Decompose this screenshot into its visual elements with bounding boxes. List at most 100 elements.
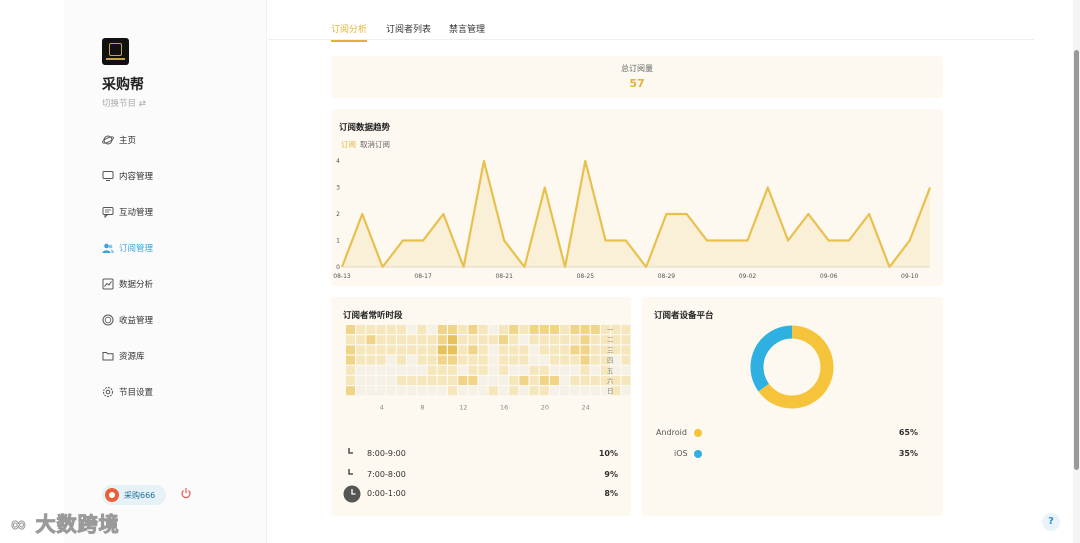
- tab-subscriber-list[interactable]: 订阅者列表: [386, 22, 431, 40]
- heatmap-cell: [366, 365, 376, 375]
- heatmap-cell: [448, 335, 457, 345]
- heatmap-cell: [427, 386, 437, 396]
- sidebar-item-settings[interactable]: 节目设置: [102, 374, 252, 410]
- heatmap-cell: [539, 365, 549, 375]
- heatmap-cell: [550, 365, 559, 375]
- sidebar-item-subscription[interactable]: 订阅管理: [102, 230, 252, 266]
- total-subscriptions-card: 总订阅量 57: [331, 56, 943, 98]
- scrollbar-thumb[interactable]: [1074, 50, 1079, 470]
- tab-subscription-analysis[interactable]: 订阅分析: [331, 22, 368, 42]
- heatmap-cell: [417, 325, 427, 334]
- heatmap-cell: [529, 335, 539, 345]
- heatmap-cell: [356, 325, 366, 334]
- heatmap-cell: [448, 345, 457, 355]
- heatmap-row-label: 日: [607, 387, 614, 395]
- sidebar-item-content[interactable]: 内容管理: [102, 158, 252, 194]
- top-time-row: 8:00-9:00 10%: [343, 445, 618, 461]
- heatmap-cell: [386, 355, 396, 365]
- heatmap-cell: [366, 325, 376, 334]
- time-percent: 8%: [604, 488, 618, 498]
- sidebar-item-library[interactable]: 资源库: [102, 338, 252, 374]
- heatmap-row-label: 四: [607, 357, 614, 365]
- heatmap-cell: [427, 335, 437, 345]
- heatmap-cell: [458, 365, 468, 375]
- heatmap-cell: [621, 325, 631, 334]
- heatmap-cell: [376, 355, 386, 365]
- heatmap-cell: [376, 376, 386, 385]
- heatmap-cell: [590, 335, 600, 345]
- heatmap-cell: [468, 355, 478, 365]
- heatmap-cell: [407, 355, 417, 365]
- heatmap-cell: [437, 325, 447, 334]
- heatmap-cell: [376, 345, 386, 355]
- heatmap-cell: [580, 335, 590, 345]
- heatmap-cell: [407, 365, 417, 375]
- sidebar: 采购帮 切换节目 ⇄ 主页 内容管理 互动管理 订阅管理 数据分析 收益管理 资…: [64, 0, 267, 543]
- device-name: Android: [656, 428, 687, 437]
- tab-mute-management[interactable]: 禁言管理: [449, 22, 485, 40]
- heatmap-cell: [621, 335, 631, 345]
- heatmap-cell: [550, 355, 559, 365]
- time-range: 0:00-1:00: [367, 488, 406, 498]
- x-tick-label: 08-17: [414, 273, 432, 280]
- heatmap-row-label: 三: [607, 346, 614, 354]
- heatmap-cell: [519, 335, 529, 345]
- chat-icon: [102, 207, 114, 218]
- heatmap-cell: [570, 376, 580, 385]
- heatmap-cell: [478, 386, 488, 396]
- y-tick-label: 4: [336, 158, 340, 165]
- sidebar-item-label: 互动管理: [119, 208, 154, 218]
- y-tick-label: 2: [336, 211, 340, 218]
- heatmap-cell: [488, 345, 498, 355]
- sidebar-item-label: 订阅管理: [119, 244, 154, 254]
- sidebar-item-home[interactable]: 主页: [102, 122, 252, 158]
- heatmap-cell: [437, 386, 447, 396]
- heatmap-cell: [376, 325, 386, 334]
- watermark-text: 大数跨境: [35, 512, 120, 537]
- power-icon[interactable]: [180, 487, 192, 499]
- sidebar-item-label: 收益管理: [119, 316, 154, 326]
- heatmap-cell: [458, 335, 468, 345]
- tab-bar: 订阅分析 订阅者列表 禁言管理: [268, 0, 1034, 42]
- heatmap-cell: [458, 355, 468, 365]
- sidebar-item-label: 主页: [119, 136, 137, 146]
- heatmap-cell: [448, 376, 457, 385]
- heatmap-cell: [509, 376, 519, 385]
- help-button[interactable]: ?: [1042, 513, 1060, 531]
- sidebar-nav: 主页 内容管理 互动管理 订阅管理 数据分析 收益管理 资源库 节目设置: [102, 122, 252, 410]
- heatmap-cell: [550, 376, 559, 385]
- heatmap-cell: [397, 365, 406, 375]
- app-logo[interactable]: [102, 38, 129, 65]
- switch-program-link[interactable]: 切换节目 ⇄: [102, 97, 146, 109]
- device-name: iOS: [674, 449, 688, 458]
- device-row-ios: iOS 35%: [656, 449, 918, 458]
- heatmap-cell: [580, 376, 590, 385]
- sidebar-item-revenue[interactable]: 收益管理: [102, 302, 252, 338]
- heatmap-cell: [590, 365, 600, 375]
- heatmap-cell: [356, 386, 366, 396]
- time-percent: 9%: [604, 469, 618, 479]
- heatmap-cell: [560, 386, 570, 396]
- chart-icon: [102, 278, 114, 290]
- user-name: 采购666: [124, 490, 156, 500]
- sidebar-item-label: 内容管理: [119, 172, 154, 182]
- heatmap-cell: [356, 335, 366, 345]
- heatmap-cell: [397, 355, 406, 365]
- user-profile-button[interactable]: 采购666: [102, 485, 166, 505]
- sidebar-item-label: 数据分析: [119, 280, 154, 290]
- sidebar-item-interaction[interactable]: 互动管理: [102, 194, 252, 230]
- heatmap-cell: [427, 376, 437, 385]
- x-tick-label: 08-21: [495, 273, 513, 280]
- heatmap-cell: [529, 376, 539, 385]
- heatmap-cell: [356, 355, 366, 365]
- heatmap-cell: [448, 355, 457, 365]
- heatmap-cell: [519, 365, 529, 375]
- heatmap-cell: [386, 325, 396, 334]
- heatmap-cell: [580, 365, 590, 375]
- heatmap-cell: [478, 325, 488, 334]
- heatmap-cell: [386, 365, 396, 375]
- heatmap-cell: [458, 325, 468, 334]
- sidebar-item-analytics[interactable]: 数据分析: [102, 266, 252, 302]
- heatmap-cell: [448, 386, 457, 396]
- heatmap-cell: [376, 386, 386, 396]
